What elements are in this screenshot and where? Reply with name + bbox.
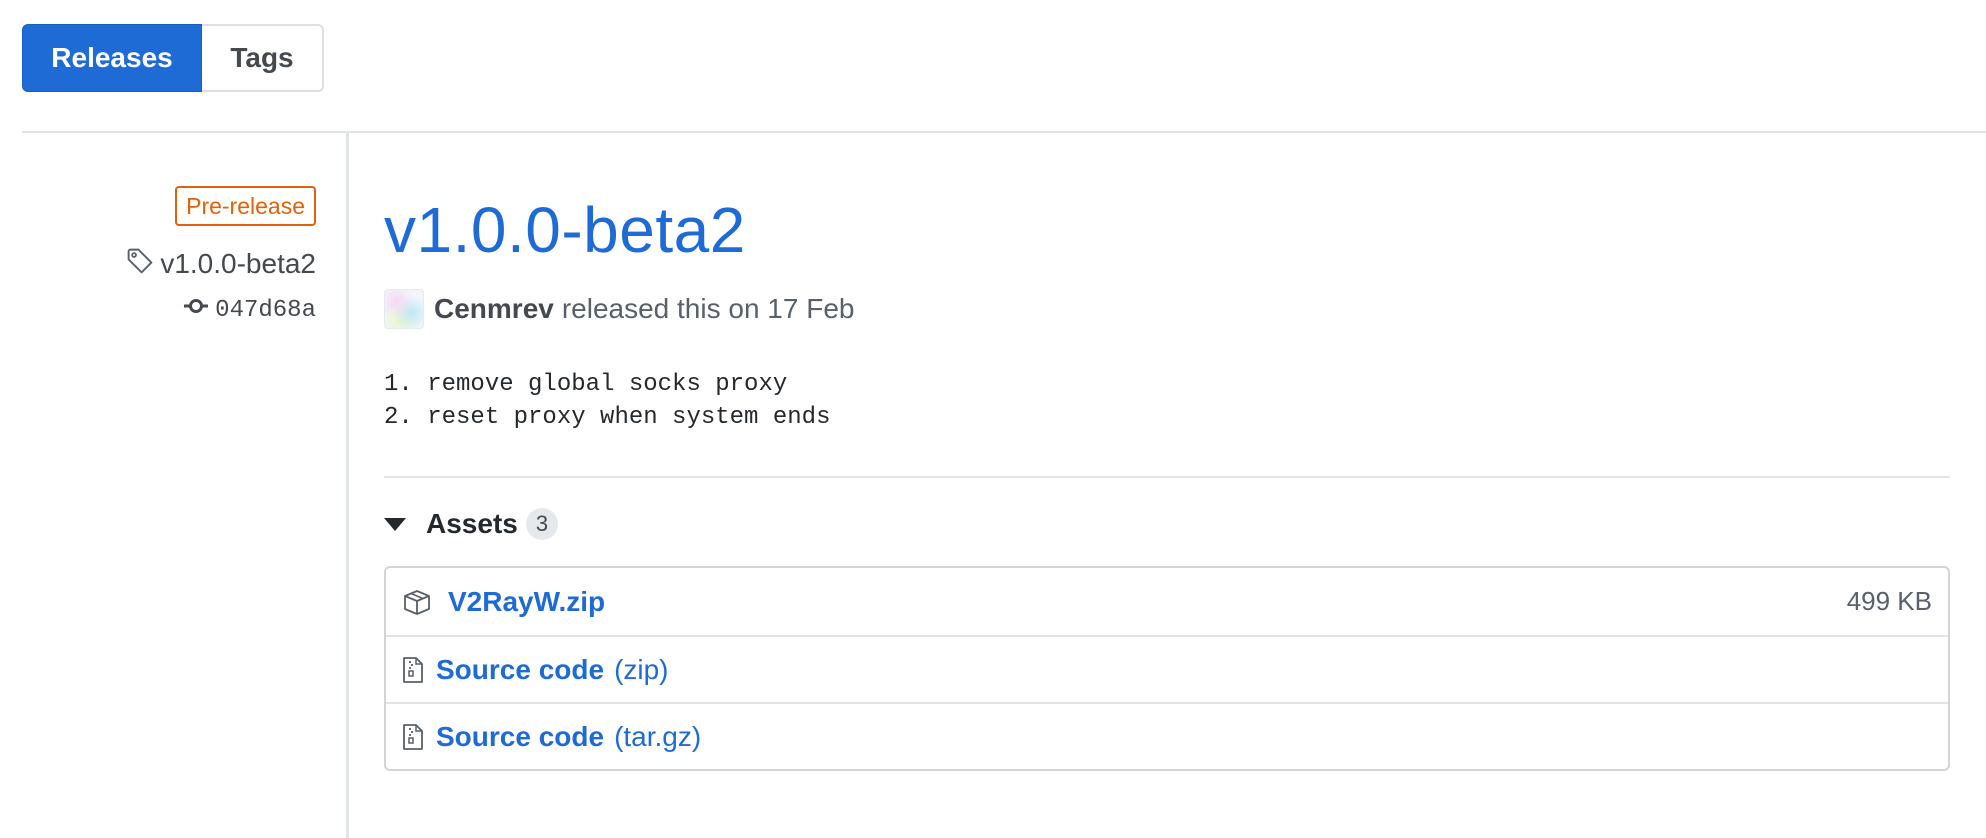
commit-link[interactable]: 047d68a bbox=[183, 294, 316, 326]
file-zip-icon bbox=[402, 656, 436, 684]
notes-divider bbox=[384, 476, 1950, 478]
source-code-targz-link[interactable]: Source code bbox=[436, 721, 604, 753]
tab-releases[interactable]: Releases bbox=[22, 24, 202, 92]
release-entry: v1.0.0-beta2 Cenmrev released this on 17… bbox=[384, 190, 1950, 771]
header-divider bbox=[22, 131, 1986, 133]
asset-row: V2RayW.zip 499 KB bbox=[386, 568, 1948, 635]
tag-name: v1.0.0-beta2 bbox=[160, 248, 316, 279]
package-icon bbox=[402, 589, 436, 615]
assets-header[interactable]: Assets 3 bbox=[384, 504, 1950, 544]
release-note-item: 1. remove global socks proxy bbox=[384, 371, 788, 398]
avatar[interactable] bbox=[384, 289, 424, 329]
assets-list: V2RayW.zip 499 KB Source code (zip) Sour… bbox=[384, 566, 1950, 771]
asset-format[interactable]: (zip) bbox=[614, 654, 668, 686]
release-notes: 1. remove global socks proxy 2. reset pr… bbox=[384, 368, 1950, 434]
tag-link[interactable]: v1.0.0-beta2 bbox=[126, 246, 316, 282]
release-date-text: released this on 17 Feb bbox=[561, 293, 855, 324]
caret-down-icon[interactable] bbox=[384, 517, 406, 531]
release-note-item: 2. reset proxy when system ends bbox=[384, 404, 831, 431]
assets-title: Assets bbox=[426, 508, 518, 539]
tag-icon bbox=[126, 247, 160, 282]
prerelease-badge: Pre-release bbox=[175, 186, 316, 226]
timeline-divider bbox=[346, 133, 349, 838]
asset-format[interactable]: (tar.gz) bbox=[614, 721, 701, 753]
asset-row: Source code (zip) bbox=[386, 635, 1948, 702]
release-meta: Pre-release v1.0.0-beta2 047d68a bbox=[126, 186, 316, 326]
source-code-zip-link[interactable]: Source code bbox=[436, 654, 604, 686]
tab-tags[interactable]: Tags bbox=[202, 24, 324, 92]
file-zip-icon bbox=[402, 723, 436, 751]
asset-row: Source code (tar.gz) bbox=[386, 702, 1948, 769]
commit-sha: 047d68a bbox=[215, 296, 316, 324]
release-tabs: Releases Tags bbox=[22, 24, 324, 92]
release-byline: Cenmrev released this on 17 Feb bbox=[384, 288, 1950, 330]
commit-icon bbox=[183, 296, 215, 324]
asset-size: 499 KB bbox=[1846, 586, 1932, 616]
author-name[interactable]: Cenmrev bbox=[434, 293, 554, 325]
asset-download-link[interactable]: V2RayW.zip bbox=[448, 586, 605, 618]
release-title[interactable]: v1.0.0-beta2 bbox=[384, 190, 1950, 270]
assets-count-badge: 3 bbox=[525, 508, 559, 540]
